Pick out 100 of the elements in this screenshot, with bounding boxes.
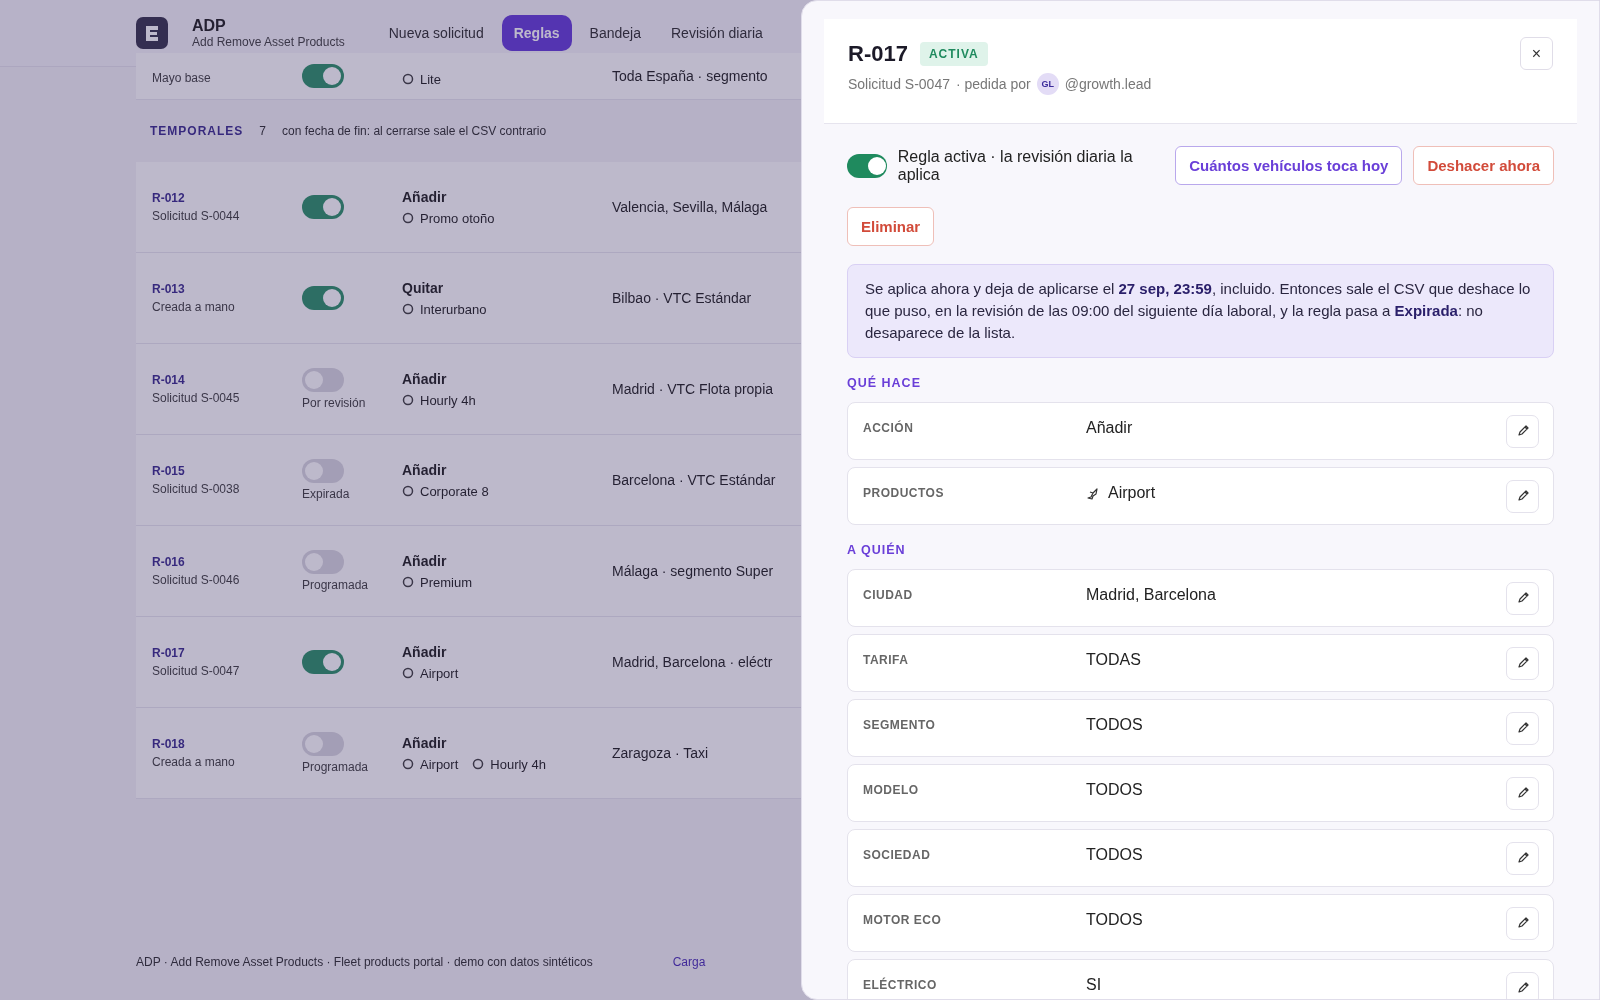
rule-status: Expirada <box>302 487 351 501</box>
field-value: SI <box>1086 976 1102 994</box>
rule-source: Mayo base <box>152 71 212 85</box>
field-value: Madrid, Barcelona <box>1086 586 1216 604</box>
field-label: MOTOR ECO <box>863 913 943 927</box>
toggle-switch[interactable] <box>302 732 344 756</box>
nav-tab[interactable]: Nueva solicitud <box>376 15 496 51</box>
footer-link[interactable]: Carga <box>672 955 706 969</box>
product-name: Promo otoño <box>420 210 495 226</box>
field-value: TODOS <box>1086 716 1143 734</box>
rule-target: Bilbao · VTC Estándar <box>612 290 752 306</box>
request-id: Solicitud S-0047 <box>848 76 950 92</box>
rule-target: Barcelona · VTC Estándar <box>612 472 776 488</box>
field-label: ELÉCTRICO <box>863 978 938 992</box>
field-value: TODOS <box>1086 911 1143 929</box>
rule-target: Madrid, Barcelona · eléctr <box>612 654 773 670</box>
product-name: Hourly 4h <box>420 392 476 408</box>
brand-name: ADP <box>192 17 227 35</box>
field-value: TODOS <box>1086 781 1143 799</box>
rule-id[interactable]: R-013 <box>152 282 302 296</box>
toggle-label: Regla activa · la revisión diaria la aplica <box>897 147 1134 184</box>
section-note: con fecha de fin: al cerrarse sale el CSV contrario <box>282 124 547 138</box>
product-icon <box>402 212 414 224</box>
product-icon <box>402 73 414 85</box>
action-button[interactable]: Eliminar <box>847 207 935 246</box>
rule-id[interactable]: R-012 <box>152 191 302 205</box>
product-icon <box>402 667 414 679</box>
field-label: CIUDAD <box>863 588 914 602</box>
toggle-switch[interactable] <box>302 550 344 574</box>
rule-target: Toda España · segmento <box>612 68 768 84</box>
field-label: MODELO <box>863 783 920 797</box>
close-button[interactable]: × <box>1520 37 1553 70</box>
rule-action: Añadir <box>402 461 448 478</box>
toggle-switch[interactable] <box>847 153 887 178</box>
product-icon <box>402 485 414 497</box>
pencil-icon <box>1515 981 1530 995</box>
product-icon <box>402 394 414 406</box>
rule-title: R-017 <box>848 41 908 67</box>
field-label: SOCIEDAD <box>863 848 932 862</box>
rule-source: Creada a mano <box>152 300 236 314</box>
toggle-switch[interactable] <box>302 368 344 392</box>
rule-source: Solicitud S-0044 <box>152 209 241 223</box>
product-icon <box>402 758 414 770</box>
toggle-switch[interactable] <box>302 195 344 219</box>
toggle-switch[interactable] <box>302 64 344 88</box>
action-button[interactable]: Deshacer ahora <box>1413 146 1554 185</box>
pencil-icon <box>1515 489 1530 503</box>
rule-action: Añadir <box>402 643 448 660</box>
user-handle: @growth.lead <box>1064 76 1152 92</box>
nav-tab[interactable]: Revisión diaria <box>659 15 775 51</box>
pencil-icon <box>1515 656 1530 670</box>
product-name: Lite <box>420 71 441 87</box>
rule-status: Programada <box>302 578 370 592</box>
field-label: SEGMENTO <box>863 718 937 732</box>
product-name: Interurbano <box>420 301 487 317</box>
section-heading: A QUIÉN <box>847 543 907 557</box>
edit-button[interactable] <box>1506 971 1539 999</box>
product-icon <box>472 758 485 770</box>
product-name: Airport <box>420 756 459 772</box>
toggle-switch[interactable] <box>302 650 344 674</box>
rule-target: Zaragoza · Taxi <box>612 745 709 761</box>
section-count: 7 <box>259 124 267 138</box>
product-name: Airport <box>420 665 459 681</box>
rule-source: Solicitud S-0047 <box>152 664 241 678</box>
section-title: TEMPORALES <box>150 124 244 138</box>
footer-text: ADP · Add Remove Asset Products · Fleet products portal · demo con datos sintéticos <box>136 955 593 969</box>
product-name: Premium <box>420 574 472 590</box>
rule-status: Programada <box>302 760 370 774</box>
field-value: TODAS <box>1086 651 1141 669</box>
nav-tab[interactable]: Bandeja <box>577 15 653 51</box>
rule-status: Por revisión <box>302 396 367 410</box>
rule-id[interactable]: R-016 <box>152 555 302 569</box>
rule-action: Quitar <box>402 279 445 296</box>
rule-source: Creada a mano <box>152 755 236 769</box>
requested-by-label: · pedida por <box>955 76 1031 92</box>
product-name: Corporate 8 <box>420 483 489 499</box>
field-label: PRODUCTOS <box>863 486 945 500</box>
rule-target: Málaga · segmento Super <box>612 563 774 579</box>
rule-id[interactable]: R-014 <box>152 373 302 387</box>
pencil-icon <box>1515 851 1530 865</box>
rule-id[interactable]: R-017 <box>152 646 302 660</box>
toggle-switch[interactable] <box>302 286 344 310</box>
nav-tab[interactable]: Reglas <box>501 15 572 51</box>
pencil-icon <box>1515 591 1530 605</box>
toggle-switch[interactable] <box>302 459 344 483</box>
rule-id[interactable]: R-018 <box>152 737 302 751</box>
brand-subtitle: Add Remove Asset Products <box>192 35 345 49</box>
info-note: Se aplica ahora y deja de aplicarse el 27 sep, 23:59, incluido. Entonces sale el CSV que deshace lo que puso, en la revisión de las 09:00 del siguiente día laboral, y la regla pasa a Expirada: no desaparece de la lista. <box>847 264 1554 358</box>
action-button[interactable]: Cuántos vehículos toca hoy <box>1175 146 1403 185</box>
field-value: Airport <box>1108 484 1156 502</box>
product-icon <box>402 303 414 315</box>
logo-icon <box>136 17 168 49</box>
status-badge: ACTIVA <box>919 42 988 66</box>
rule-action: Añadir <box>402 552 448 569</box>
pencil-icon <box>1515 721 1530 735</box>
pencil-icon <box>1515 786 1530 800</box>
section-heading: QUÉ HACE <box>847 376 922 390</box>
pencil-icon <box>1515 916 1530 930</box>
field-label: ACCIÓN <box>863 421 915 435</box>
rule-id[interactable]: R-015 <box>152 464 302 478</box>
